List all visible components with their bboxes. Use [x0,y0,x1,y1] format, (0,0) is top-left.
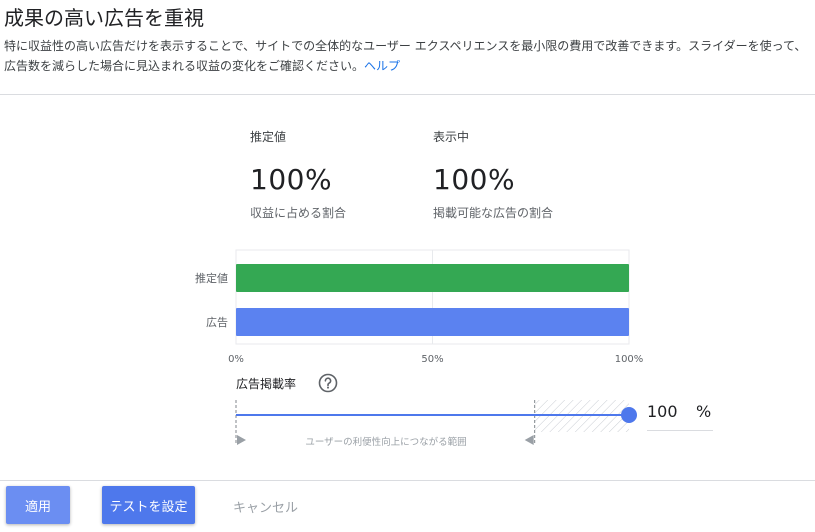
metric-estimate: 推定値 100% 収益に占める割合 [250,128,346,221]
x-tick-label: 100% [615,354,644,365]
page-description: 特に収益性の高い広告だけを表示することで、サイトでの全体的なユーザー エクスペリ… [4,36,810,76]
description-text: 特に収益性の高い広告だけを表示することで、サイトでの全体的なユーザー エクスペリ… [4,39,807,73]
metric-sublabel: 収益に占める割合 [250,206,347,220]
apply-button[interactable]: 適用 [6,486,70,524]
bar [236,308,629,336]
metric-label: 表示中 [433,130,470,144]
page-title: 成果の高い広告を重視 [4,6,204,30]
metric-label: 推定値 [250,130,287,144]
coverage-percent-input[interactable]: 100 % [647,400,713,431]
revenue-bar-chart: 0% 50% 100% 推定値広告 [195,249,644,365]
divider [0,94,815,95]
x-tick-label: 0% [228,354,244,365]
slider-title: 広告掲載率 [236,377,297,391]
metric-value: 100% [250,163,333,196]
help-link[interactable]: ヘルプ [364,59,400,73]
slider-thumb[interactable] [621,407,637,423]
cancel-button[interactable]: キャンセル [233,497,298,516]
category-label: 広告 [206,316,228,329]
category-label: 推定値 [195,271,228,285]
percent-unit: % [696,402,712,421]
set-test-button[interactable]: テストを設定 [102,486,195,524]
metric-showing: 表示中 100% 掲載可能な広告の割合 [433,128,553,221]
metric-value: 100% [433,163,516,196]
recommended-range-label: ユーザーの利便性向上につながる範囲 [305,437,467,448]
bar [236,264,629,292]
coverage-percent-value[interactable]: 100 [647,402,678,421]
metric-sublabel: 掲載可能な広告の割合 [433,206,554,220]
divider [0,480,815,481]
x-tick-label: 50% [421,354,443,365]
help-circle-icon[interactable] [318,373,338,393]
